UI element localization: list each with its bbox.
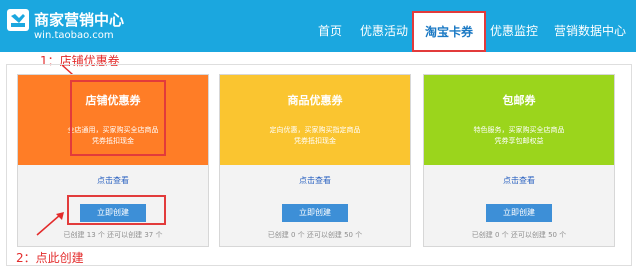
card-description: 特色服务，买家购买全店商品 凭券享包邮权益 <box>424 125 614 147</box>
card-stats: 已创建 0 个 还可以创建 50 个 <box>471 231 567 239</box>
top-header: 商家营销中心 win.taobao.com 首页 优惠活动 淘宝卡券 优惠监控 … <box>0 0 636 52</box>
view-link[interactable]: 点击查看 <box>18 175 208 186</box>
desc-line: 凭券享包邮权益 <box>494 137 544 145</box>
desc-line: 特色服务，买家购买全店商品 <box>473 126 565 134</box>
create-now-button[interactable]: 立即创建 <box>282 204 348 222</box>
annotation-step2: 2：点此创建 <box>16 251 84 265</box>
view-link[interactable]: 点击查看 <box>424 175 614 186</box>
shop-coupon-highlight <box>70 80 166 156</box>
card-header: 包邮券 特色服务，买家购买全店商品 凭券享包邮权益 <box>424 75 614 165</box>
logo-subtitle: win.taobao.com <box>34 30 114 41</box>
card-header: 商品优惠券 定向优惠，买家购买指定商品 凭券抵扣现金 <box>220 75 410 165</box>
logo-title: 商家营销中心 <box>34 11 125 29</box>
create-now-button[interactable]: 立即创建 <box>486 204 552 222</box>
nav-promo-monitor[interactable]: 优惠监控 <box>490 22 538 42</box>
nav-home[interactable]: 首页 <box>318 22 342 42</box>
nav-marketing-data[interactable]: 营销数据中心 <box>554 22 626 42</box>
card-title: 包邮券 <box>502 94 536 107</box>
product-coupon-card: 商品优惠券 定向优惠，买家购买指定商品 凭券抵扣现金 点击查看 立即创建 已创建… <box>219 74 411 247</box>
card-title: 商品优惠券 <box>287 94 343 107</box>
card-description: 定向优惠，买家购买指定商品 凭券抵扣现金 <box>220 125 410 147</box>
create-button-highlight <box>67 195 166 225</box>
desc-line: 定向优惠，买家购买指定商品 <box>269 126 361 134</box>
free-shipping-card: 包邮券 特色服务，买家购买全店商品 凭券享包邮权益 点击查看 立即创建 已创建 … <box>423 74 615 247</box>
desc-line: 凭券抵扣现金 <box>294 137 336 145</box>
active-tab-highlight <box>412 11 486 52</box>
annotation-arrow-icon <box>36 212 64 236</box>
view-link[interactable]: 点击查看 <box>220 175 410 186</box>
logo-icon <box>7 9 29 31</box>
card-stats: 已创建 0 个 还可以创建 50 个 <box>267 231 363 239</box>
nav-promotions[interactable]: 优惠活动 <box>360 22 408 42</box>
